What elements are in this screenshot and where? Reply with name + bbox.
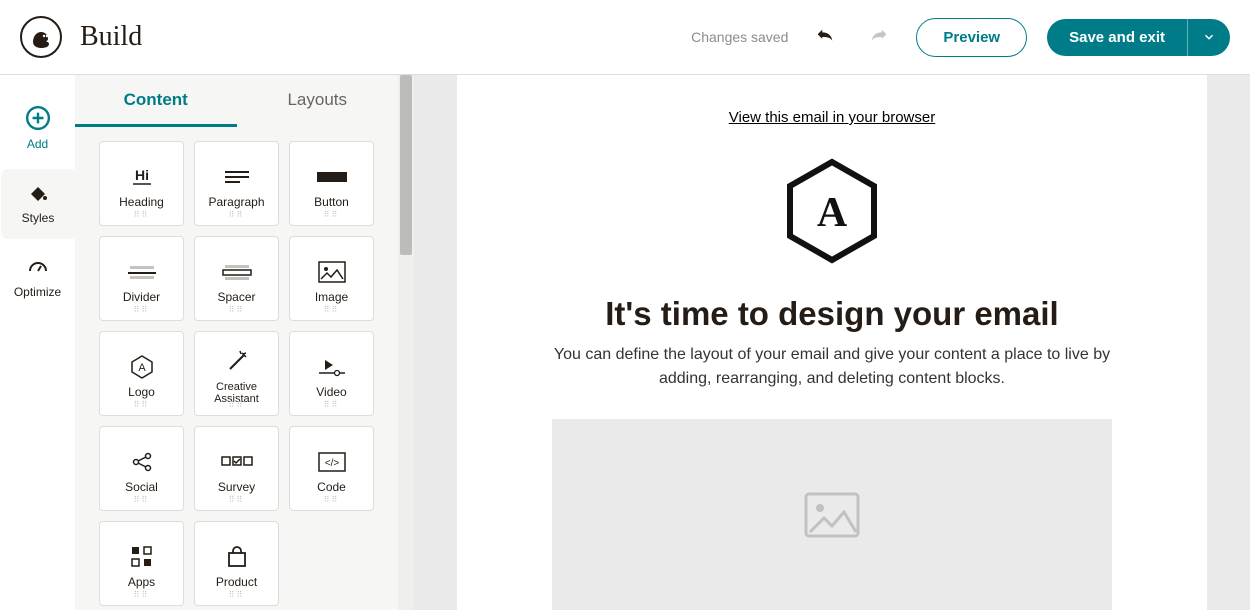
grip-icon: ⠿⠿	[324, 400, 340, 409]
email-heading[interactable]: It's time to design your email	[605, 295, 1058, 333]
block-heading[interactable]: Hi Heading ⠿⠿	[99, 141, 184, 226]
block-label: Button	[314, 196, 349, 209]
block-label: Product	[216, 576, 257, 589]
svg-text:A: A	[138, 362, 146, 374]
shopping-bag-icon	[225, 544, 249, 570]
email-image-placeholder[interactable]	[552, 419, 1112, 610]
save-and-exit-button[interactable]: Save and exit	[1047, 19, 1187, 56]
top-bar: Build Changes saved Preview Save and exi…	[0, 0, 1250, 75]
plus-circle-icon	[25, 105, 51, 131]
email-body-text[interactable]: You can define the layout of your email …	[532, 343, 1132, 391]
block-social[interactable]: Social ⠿⠿	[99, 426, 184, 511]
panel-scrollbar[interactable]	[398, 75, 414, 610]
block-label: Paragraph	[208, 196, 264, 209]
block-label: Heading	[119, 196, 164, 209]
block-button[interactable]: Button ⠿⠿	[289, 141, 374, 226]
redo-button[interactable]	[862, 20, 896, 54]
block-creative-assistant[interactable]: Creative Assistant ⠿⠿	[194, 331, 279, 416]
page-title: Build	[80, 21, 142, 53]
paint-bucket-icon	[26, 181, 50, 205]
grip-icon: ⠿⠿	[324, 495, 340, 504]
image-icon	[318, 259, 346, 285]
grip-icon: ⠿⠿	[324, 305, 340, 314]
view-in-browser-link[interactable]: View this email in your browser	[729, 109, 935, 126]
undo-button[interactable]	[808, 20, 842, 54]
rail-label: Styles	[22, 211, 55, 225]
mailchimp-logo-icon	[20, 16, 62, 58]
rail-label: Add	[27, 137, 48, 151]
save-options-dropdown[interactable]	[1187, 19, 1230, 56]
block-apps[interactable]: Apps ⠿⠿	[99, 521, 184, 606]
block-survey[interactable]: Survey ⠿⠿	[194, 426, 279, 511]
grip-icon: ⠿⠿	[134, 495, 150, 504]
svg-text:</>: </>	[324, 458, 339, 469]
block-label: Spacer	[217, 291, 255, 304]
tab-content[interactable]: Content	[75, 75, 237, 127]
canvas-area: View this email in your browser A It's t…	[414, 75, 1250, 610]
video-icon	[317, 354, 347, 380]
email-logo-placeholder[interactable]: A	[782, 156, 882, 271]
grip-icon: ⠿⠿	[134, 590, 150, 599]
grip-icon: ⠿⠿	[229, 590, 245, 599]
block-product[interactable]: Product ⠿⠿	[194, 521, 279, 606]
magic-wand-icon	[224, 349, 250, 375]
block-label: Image	[315, 291, 348, 304]
block-label: Logo	[128, 386, 155, 399]
top-bar-left: Build	[20, 16, 142, 58]
block-label: Video	[316, 386, 346, 399]
blocks-panel: Content Layouts Hi Heading ⠿⠿ Paragraph …	[75, 75, 398, 610]
block-video[interactable]: Video ⠿⠿	[289, 331, 374, 416]
block-logo[interactable]: A Logo ⠿⠿	[99, 331, 184, 416]
svg-text:A: A	[817, 190, 848, 236]
block-divider[interactable]: Divider ⠿⠿	[99, 236, 184, 321]
gauge-icon	[26, 255, 50, 279]
block-spacer[interactable]: Spacer ⠿⠿	[194, 236, 279, 321]
tab-layouts[interactable]: Layouts	[237, 75, 399, 127]
rail-item-optimize[interactable]: Optimize	[0, 243, 75, 313]
preview-button[interactable]: Preview	[916, 18, 1027, 57]
rail-item-add[interactable]: Add	[0, 93, 75, 165]
heading-icon: Hi	[127, 164, 157, 190]
block-paragraph[interactable]: Paragraph ⠿⠿	[194, 141, 279, 226]
grip-icon: ⠿⠿	[229, 400, 245, 409]
block-label: Code	[317, 481, 346, 494]
block-image[interactable]: Image ⠿⠿	[289, 236, 374, 321]
grip-icon: ⠿⠿	[134, 210, 150, 219]
divider-icon	[126, 259, 158, 285]
grip-icon: ⠿⠿	[229, 305, 245, 314]
apps-grid-icon	[129, 544, 155, 570]
rail-item-styles[interactable]: Styles	[1, 169, 76, 239]
blocks-grid: Hi Heading ⠿⠿ Paragraph ⠿⠿ Button ⠿⠿ Div…	[75, 127, 398, 610]
email-canvas[interactable]: View this email in your browser A It's t…	[457, 75, 1207, 610]
survey-icon	[220, 449, 254, 475]
save-button-group: Save and exit	[1047, 19, 1230, 56]
svg-text:Hi: Hi	[135, 167, 149, 183]
spacer-icon	[221, 259, 253, 285]
paragraph-icon	[222, 164, 252, 190]
block-label: Apps	[128, 576, 155, 589]
share-icon	[130, 449, 154, 475]
block-label: Divider	[123, 291, 160, 304]
logo-hex-icon: A	[129, 354, 155, 380]
block-code[interactable]: </> Code ⠿⠿	[289, 426, 374, 511]
code-icon: </>	[317, 449, 347, 475]
grip-icon: ⠿⠿	[229, 495, 245, 504]
rail-label: Optimize	[14, 285, 61, 299]
block-label: Social	[125, 481, 158, 494]
left-rail: Add Styles Optimize	[0, 75, 75, 610]
block-label: Survey	[218, 481, 255, 494]
grip-icon: ⠿⠿	[134, 305, 150, 314]
grip-icon: ⠿⠿	[324, 210, 340, 219]
main-area: Add Styles Optimize Content Layouts Hi H…	[0, 75, 1250, 610]
scrollbar-thumb[interactable]	[400, 75, 412, 255]
save-status: Changes saved	[691, 29, 788, 45]
grip-icon: ⠿⠿	[134, 400, 150, 409]
top-bar-right: Changes saved Preview Save and exit	[691, 18, 1230, 57]
panel-tabs: Content Layouts	[75, 75, 398, 127]
button-icon	[315, 164, 349, 190]
grip-icon: ⠿⠿	[229, 210, 245, 219]
